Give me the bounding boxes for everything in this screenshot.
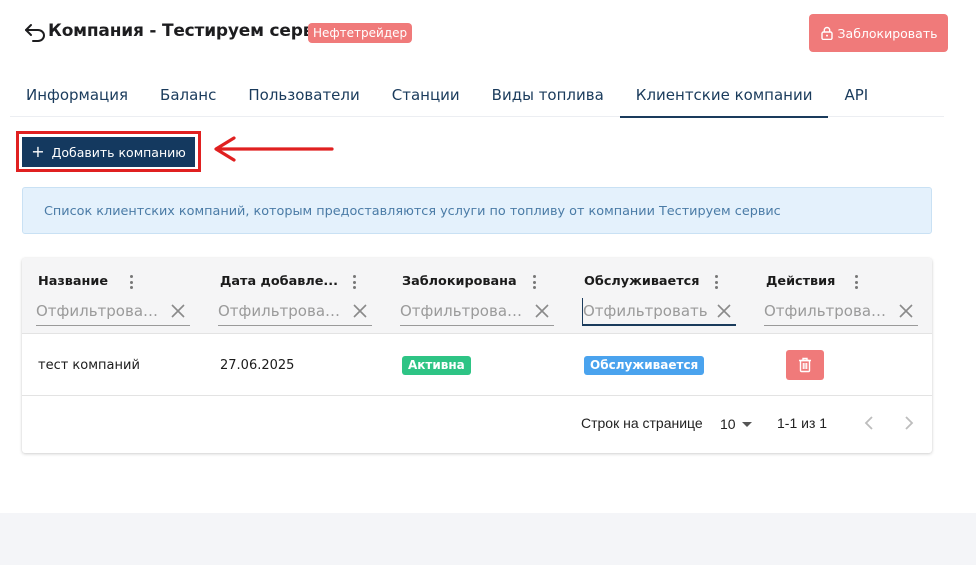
filter-date	[218, 298, 372, 326]
cell-company-name: тест компаний	[38, 358, 140, 373]
tab-label: Виды топлива	[491, 86, 604, 104]
tab-fuel-types[interactable]: Виды топлива	[476, 74, 620, 117]
tab-label: Информация	[26, 86, 129, 104]
tab-label: Станции	[391, 86, 460, 104]
annotation-arrow-icon	[214, 136, 334, 162]
lock-icon	[820, 26, 833, 40]
clear-filter-icon[interactable]	[170, 303, 186, 319]
tab-bar: Информация Баланс Пользователи Станции В…	[10, 74, 944, 118]
filter-serviced-input[interactable]	[582, 298, 710, 324]
chevron-right-icon	[905, 416, 914, 430]
chevron-left-icon	[864, 416, 873, 430]
previous-page-button[interactable]	[856, 410, 882, 436]
pagination: Строк на странице 10 1-1 из 1	[22, 397, 932, 451]
table-row[interactable]: тест компаний 27.06.2025 Активна Обслужи…	[22, 335, 932, 396]
filter-blocked-input[interactable]	[400, 298, 528, 324]
rows-per-page-value: 10	[720, 416, 736, 432]
column-header-serviced: Обслуживается	[584, 274, 700, 289]
page: Компания - Тестируем сервис Нефтетрейдер…	[0, 0, 976, 513]
tab-label: Пользователи	[248, 86, 360, 104]
column-actions: Действия	[764, 258, 926, 334]
column-header-blocked: Заблокирована	[402, 274, 517, 289]
next-page-button[interactable]	[896, 410, 922, 436]
filter-actions-input[interactable]	[764, 298, 892, 324]
cell-blocked: Активна	[402, 335, 471, 396]
status-badge-active: Активна	[402, 356, 471, 375]
column-blocked: Заблокирована	[400, 258, 572, 334]
tab-users[interactable]: Пользователи	[232, 74, 375, 117]
column-name: Название	[36, 258, 208, 334]
block-company-button[interactable]: Заблокировать	[809, 14, 948, 52]
add-company-label: Добавить компанию	[51, 144, 186, 160]
column-menu-icon[interactable]	[531, 274, 537, 290]
filter-serviced	[582, 298, 736, 326]
clear-filter-icon[interactable]	[716, 303, 732, 319]
trash-icon	[799, 357, 811, 373]
tab-balance[interactable]: Баланс	[144, 74, 232, 117]
clear-filter-icon[interactable]	[534, 303, 550, 319]
status-badge-serviced: Обслуживается	[584, 356, 705, 375]
tab-information[interactable]: Информация	[10, 74, 144, 117]
column-menu-icon[interactable]	[351, 274, 357, 290]
company-type-badge: Нефтетрейдер	[308, 23, 413, 43]
filter-actions	[764, 298, 918, 326]
add-company-button[interactable]: + Добавить компанию	[22, 137, 195, 167]
client-companies-table: Название Дата добавле... Заблокирована	[22, 258, 932, 453]
caret-down-icon	[741, 421, 752, 427]
plus-icon: +	[31, 142, 45, 161]
block-button-label: Заблокировать	[837, 25, 938, 41]
filter-name	[36, 298, 190, 326]
filter-date-input[interactable]	[218, 298, 346, 324]
clear-filter-icon[interactable]	[898, 303, 914, 319]
filter-blocked	[400, 298, 554, 326]
column-menu-icon[interactable]	[713, 274, 719, 290]
page-title: Компания - Тестируем сервис	[48, 21, 335, 41]
cell-date-added: 27.06.2025	[220, 358, 295, 373]
column-header-actions: Действия	[766, 274, 836, 289]
column-serviced: Обслуживается	[582, 258, 754, 334]
column-menu-icon[interactable]	[853, 274, 859, 290]
clear-filter-icon[interactable]	[352, 303, 368, 319]
tab-stations[interactable]: Станции	[376, 74, 476, 117]
tab-label: API	[844, 86, 869, 104]
info-alert: Список клиентских компаний, которым пред…	[22, 187, 932, 234]
column-header-date-added: Дата добавле...	[220, 274, 338, 289]
pagination-range: 1-1 из 1	[777, 415, 828, 431]
tab-label: Баланс	[160, 86, 217, 104]
column-menu-icon[interactable]	[128, 274, 134, 290]
rows-per-page-select[interactable]: 10	[720, 413, 758, 435]
filter-name-input[interactable]	[36, 298, 164, 324]
tab-api[interactable]: API	[828, 74, 884, 117]
back-arrow-icon[interactable]	[24, 22, 46, 42]
rows-per-page-label: Строк на странице	[581, 415, 703, 431]
cell-serviced: Обслуживается	[584, 335, 705, 396]
tab-label: Клиентские компании	[635, 86, 813, 104]
column-date-added: Дата добавле...	[218, 258, 390, 334]
delete-button[interactable]	[786, 350, 824, 380]
table-header: Название Дата добавле... Заблокирована	[22, 258, 932, 334]
tab-client-companies[interactable]: Клиентские компании	[619, 74, 829, 118]
column-header-name: Название	[38, 274, 109, 289]
